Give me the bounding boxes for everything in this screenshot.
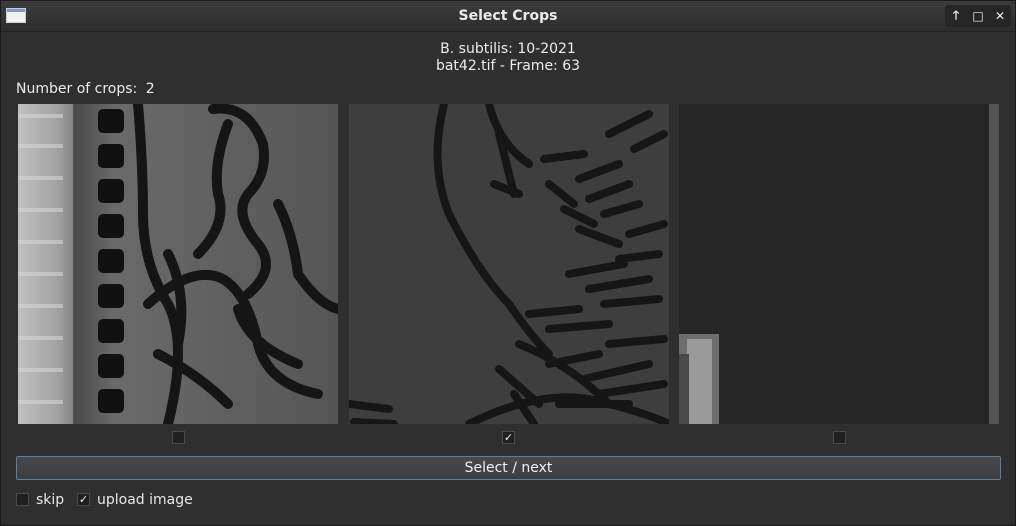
dataset-name: B. subtilis: 10-2021: [440, 41, 576, 57]
crop-count-label: Number of crops:: [16, 81, 138, 97]
upload-check-mark: ✓: [78, 493, 89, 506]
crop-2-check-mark: ✓: [503, 431, 514, 444]
crop-1-checkbox[interactable]: [172, 431, 185, 444]
crop-3-checkbox[interactable]: [833, 431, 846, 444]
crop-count-value: 2: [145, 81, 155, 97]
window-title: Select Crops: [458, 8, 558, 24]
crop-image-1: [18, 104, 338, 424]
close-icon: ✕: [994, 9, 1006, 23]
select-next-button[interactable]: Select / next: [16, 456, 1001, 480]
dataset-header: B. subtilis: 10-2021 bat42.tif - Frame: …: [1, 41, 1015, 75]
window-controls: 🡑 □ ✕: [945, 5, 1011, 27]
crop-count: Number of crops: 2: [16, 81, 155, 97]
shade-button[interactable]: 🡑: [945, 5, 967, 27]
file-frame-info: bat42.tif - Frame: 63: [435, 58, 581, 74]
close-button[interactable]: ✕: [989, 5, 1011, 27]
title-bar[interactable]: Select Crops 🡑 □ ✕: [1, 1, 1015, 32]
select-crops-window: Select Crops 🡑 □ ✕ B. subtilis: 10-2021 …: [0, 0, 1016, 526]
skip-label: skip: [36, 492, 65, 508]
crop-image-3: [679, 104, 999, 424]
maximize-button[interactable]: □: [967, 5, 989, 27]
crop-2-checkbox[interactable]: ✓: [502, 431, 515, 444]
upload-image-checkbox[interactable]: ✓: [77, 493, 90, 506]
arrow-up-icon: 🡑: [952, 7, 960, 22]
upload-image-label: upload image: [97, 492, 193, 508]
maximize-icon: □: [972, 9, 984, 23]
skip-checkbox[interactable]: [16, 493, 29, 506]
crop-image-2: [349, 104, 669, 424]
